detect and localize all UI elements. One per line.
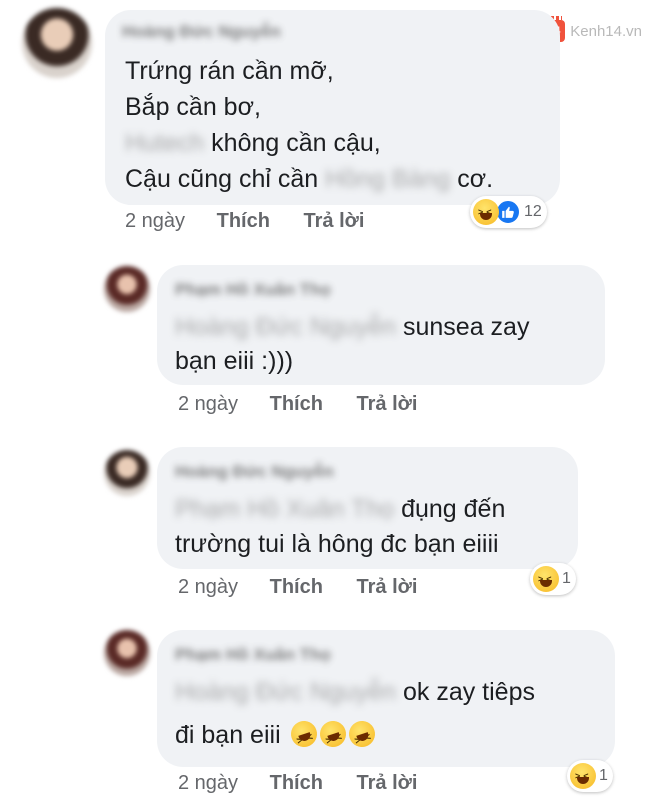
like-button[interactable]: Thích <box>217 210 270 232</box>
rofl-emoji <box>316 717 349 751</box>
comment-text-line: Cậu cũng chỉ cần Hồng Bàng cơ. <box>125 165 494 193</box>
haha-icon: >< <box>473 199 499 225</box>
mention-tag[interactable]: Hoàng Đức Nguyễn <box>175 677 396 707</box>
reaction-count: 1 <box>599 767 608 784</box>
rofl-emoji <box>287 717 320 751</box>
reaction-summary[interactable]: >< 12 <box>470 196 547 228</box>
reaction-summary[interactable]: >< 1 <box>530 563 576 595</box>
mention-tag[interactable]: Phạm Hồ Xuân Thọ <box>175 494 394 524</box>
timestamp[interactable]: 2 ngày <box>178 393 238 415</box>
commenter-name[interactable]: Hoàng Đức Nguyễn <box>122 22 281 42</box>
reaction-summary[interactable]: >< 1 <box>567 760 613 792</box>
timestamp[interactable]: 2 ngày <box>178 576 238 598</box>
comment-text-line: Bắp cần bơ, <box>125 93 261 121</box>
comment-actions: 2 ngày Thích Trả lời <box>178 576 417 599</box>
comment-text-line: Trứng rán cần mỡ, <box>125 57 334 85</box>
rofl-emoji <box>345 717 378 751</box>
comment-text-line: Hoàng Đức Nguyễn ok zay tiêps <box>175 677 535 707</box>
comment-text-line: đi bạn eiii <box>175 717 378 751</box>
reply-button[interactable]: Trả lời <box>357 393 418 415</box>
like-button[interactable]: Thích <box>270 393 323 415</box>
comment-text-line: trường tui là hông đc bạn eiiii <box>175 530 499 558</box>
reply-button[interactable]: Trả lời <box>304 210 365 232</box>
avatar[interactable] <box>104 450 150 496</box>
avatar[interactable] <box>104 630 150 676</box>
avatar[interactable] <box>104 266 150 312</box>
commenter-name[interactable]: Phạm Hồ Xuân Thọ <box>175 280 331 300</box>
comment-actions: 2 ngày Thích Trả lời <box>125 210 364 233</box>
comment-text-line: Phạm Hồ Xuân Thọ đụng đến <box>175 494 506 524</box>
commenter-name[interactable]: Hoàng Đức Nguyễn <box>175 462 334 482</box>
comment-text-line: bạn eiii :))) <box>175 347 294 375</box>
haha-icon: >< <box>533 566 559 592</box>
mention-tag[interactable]: Hoàng Đức Nguyễn <box>175 312 396 342</box>
blurred-school-name: Hồng Bàng <box>325 165 451 193</box>
reply-button[interactable]: Trả lời <box>357 772 418 794</box>
watermark-text: Kenh14.vn <box>570 22 642 40</box>
reply-button[interactable]: Trả lời <box>357 576 418 598</box>
comment-actions: 2 ngày Thích Trả lời <box>178 393 417 416</box>
avatar[interactable] <box>22 8 92 78</box>
comment-actions: 2 ngày Thích Trả lời <box>178 772 417 795</box>
blurred-school-name: Hutech <box>125 129 205 157</box>
like-button[interactable]: Thích <box>270 576 323 598</box>
timestamp[interactable]: 2 ngày <box>125 210 185 232</box>
like-button[interactable]: Thích <box>270 772 323 794</box>
haha-icon: >< <box>570 763 596 789</box>
reaction-count: 1 <box>562 570 571 587</box>
reaction-count: 12 <box>524 203 542 220</box>
commenter-name[interactable]: Phạm Hồ Xuân Thọ <box>175 645 331 665</box>
comment-text-line: Hoàng Đức Nguyễn sunsea zay <box>175 312 530 342</box>
comment-text-line: Hutech không cần cậu, <box>125 129 381 157</box>
timestamp[interactable]: 2 ngày <box>178 772 238 794</box>
